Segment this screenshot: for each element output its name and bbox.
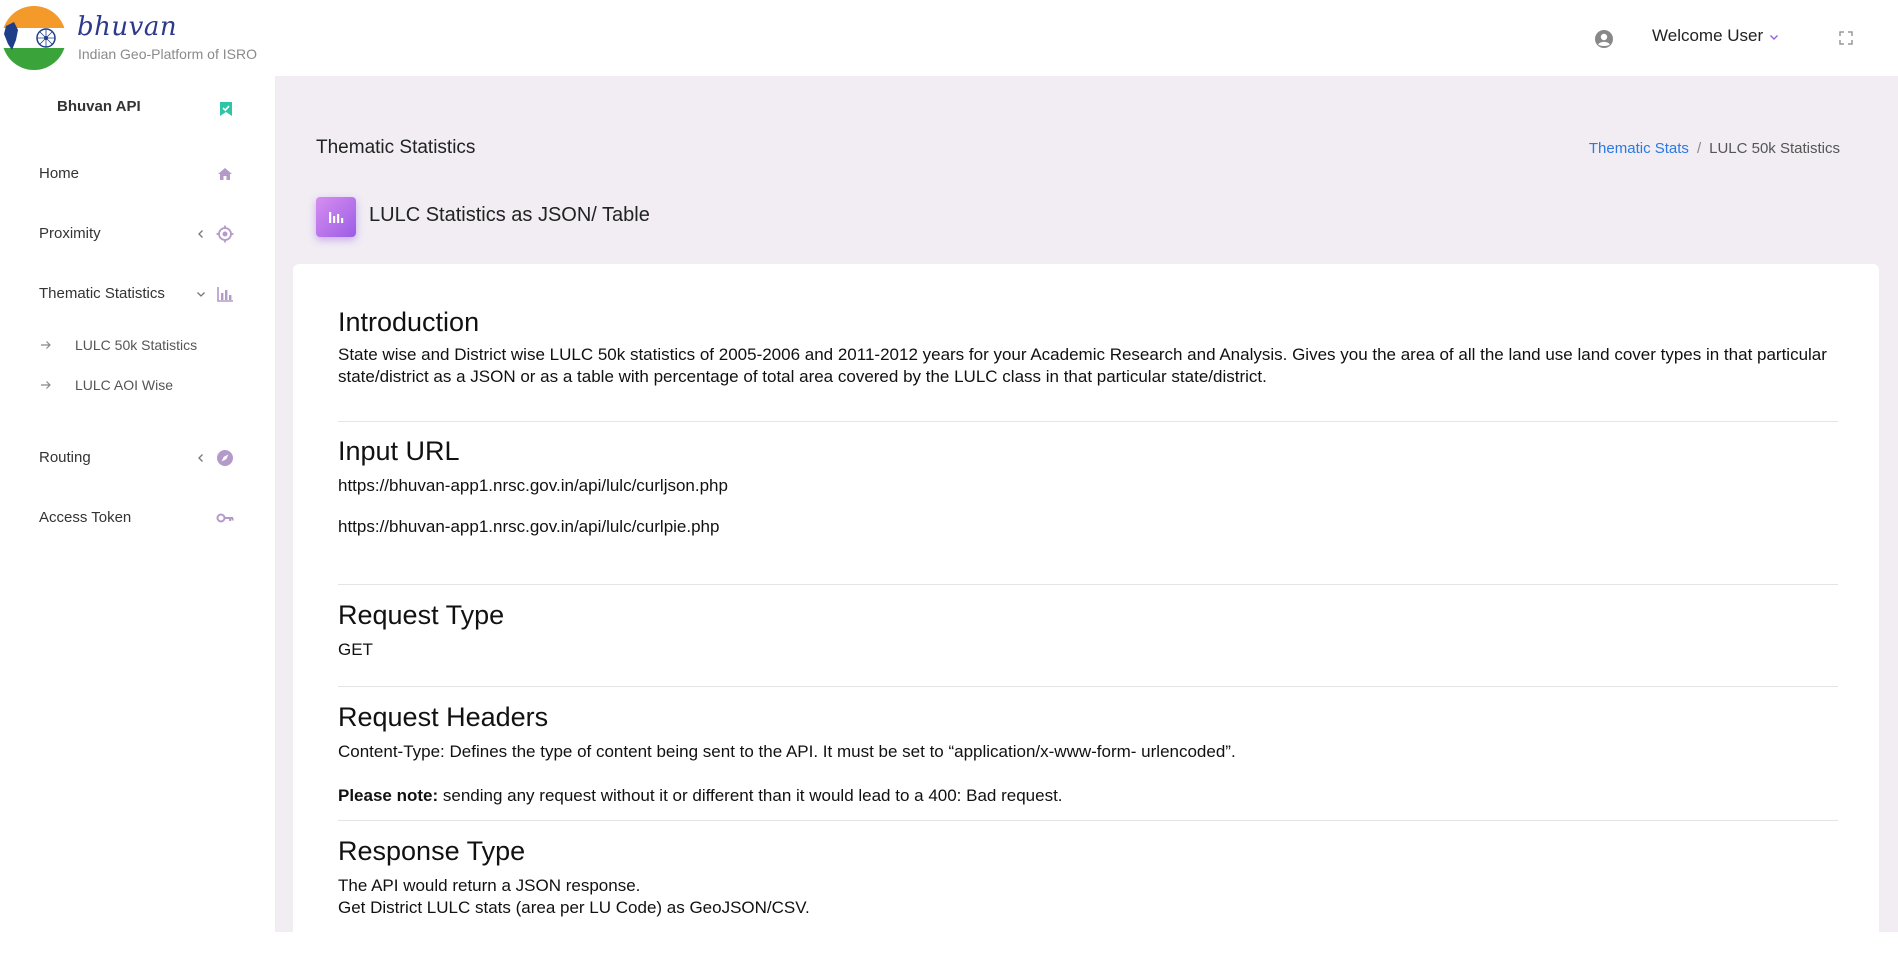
response-type-line1: The API would return a JSON response. [338, 875, 641, 895]
page-title: Thematic Statistics [316, 137, 476, 158]
sidebar-item-label: Access Token [39, 509, 132, 526]
top-bar: bhuvan Indian Geo-Platform of ISRO Welco… [0, 0, 1898, 76]
chevron-down-icon [1770, 35, 1779, 40]
user-avatar-icon[interactable] [1594, 29, 1614, 49]
input-url-json[interactable]: https://bhuvan-app1.nrsc.gov.in/api/lulc… [338, 475, 1838, 497]
sidebar-item-access-token[interactable]: Access Token [0, 498, 276, 538]
input-url-heading: Input URL [338, 436, 460, 466]
key-icon [216, 513, 234, 523]
breadcrumb-link-thematic-stats[interactable]: Thematic Stats [1589, 140, 1689, 157]
sidebar-item-label: Proximity [39, 225, 101, 242]
response-type-line2: Get District LULC stats (area per LU Cod… [338, 897, 810, 917]
request-headers-heading: Request Headers [338, 702, 549, 732]
intro-heading: Introduction [338, 307, 480, 337]
divider [338, 421, 1838, 422]
home-icon [218, 168, 232, 180]
sidebar-item-label: Routing [39, 449, 91, 466]
sidebar: Bhuvan API Home Proximity Thematic Stati… [0, 76, 276, 932]
chevron-left-icon [198, 230, 203, 238]
request-headers-text: Content-Type: Defines the type of conten… [338, 741, 1236, 761]
bhuvan-logo[interactable] [0, 4, 68, 72]
welcome-label: Welcome User [1652, 26, 1764, 45]
divider [338, 584, 1838, 585]
sidebar-item-label: Thematic Statistics [39, 285, 165, 302]
arrow-right-icon [41, 381, 51, 389]
bookmark-check-icon [220, 102, 232, 116]
request-type-value: GET [338, 639, 373, 659]
section-title: LULC Statistics as JSON/ Table [369, 204, 650, 226]
request-type-heading: Request Type [338, 600, 505, 630]
brand-name: bhuvan [77, 12, 178, 42]
sidebar-item-label: Home [39, 165, 80, 182]
sidebar-subitem-lulc-aoi[interactable]: LULC AOI Wise [0, 368, 276, 402]
sidebar-item-thematic-statistics[interactable]: Thematic Statistics [0, 274, 276, 314]
note-text: sending any request without it or differ… [438, 785, 1063, 805]
user-menu[interactable]: Welcome User [1652, 26, 1779, 46]
bar-chart-icon [329, 212, 344, 223]
bar-chart-icon [217, 287, 233, 302]
sidebar-header: Bhuvan API [57, 98, 141, 115]
intro-section: Introduction State wise and District wis… [338, 307, 1838, 388]
breadcrumb: Thematic Stats / LULC 50k Statistics [1589, 140, 1840, 157]
chevron-left-icon [198, 454, 203, 462]
sidebar-item-proximity[interactable]: Proximity [0, 214, 276, 254]
compass-icon [217, 450, 233, 466]
breadcrumb-current: LULC 50k Statistics [1709, 140, 1840, 157]
sidebar-item-routing[interactable]: Routing [0, 438, 276, 478]
response-type-section: Response Type The API would return a JSO… [338, 836, 1838, 919]
content-card: Introduction State wise and District wis… [293, 264, 1879, 964]
breadcrumb-separator: / [1696, 140, 1702, 157]
chevron-down-icon [197, 292, 205, 297]
main-content: Thematic Statistics Thematic Stats / LUL… [276, 76, 1898, 964]
sidebar-subitem-label: LULC 50k Statistics [75, 337, 198, 353]
sidebar-item-home[interactable]: Home [0, 154, 276, 194]
request-type-section: Request Type GET [338, 600, 1838, 661]
sidebar-subitem-lulc-50k[interactable]: LULC 50k Statistics [0, 328, 276, 362]
note-label: Please note: [338, 785, 439, 805]
request-headers-section: Request Headers Content-Type: Defines th… [338, 702, 1838, 807]
input-url-pie[interactable]: https://bhuvan-app1.nrsc.gov.in/api/lulc… [338, 516, 1838, 538]
sidebar-subitem-label: LULC AOI Wise [75, 377, 174, 393]
brand-tagline: Indian Geo-Platform of ISRO [78, 46, 257, 62]
arrow-right-icon [41, 341, 51, 349]
response-type-heading: Response Type [338, 836, 526, 866]
target-icon [216, 225, 234, 243]
section-icon-badge [316, 197, 356, 237]
fullscreen-icon[interactable] [1838, 30, 1854, 46]
divider [338, 686, 1838, 687]
input-url-section: Input URL https://bhuvan-app1.nrsc.gov.i… [338, 436, 1838, 538]
request-headers-note: Please note: sending any request without… [338, 785, 1838, 807]
divider [338, 820, 1838, 821]
intro-text: State wise and District wise LULC 50k st… [338, 344, 1827, 386]
